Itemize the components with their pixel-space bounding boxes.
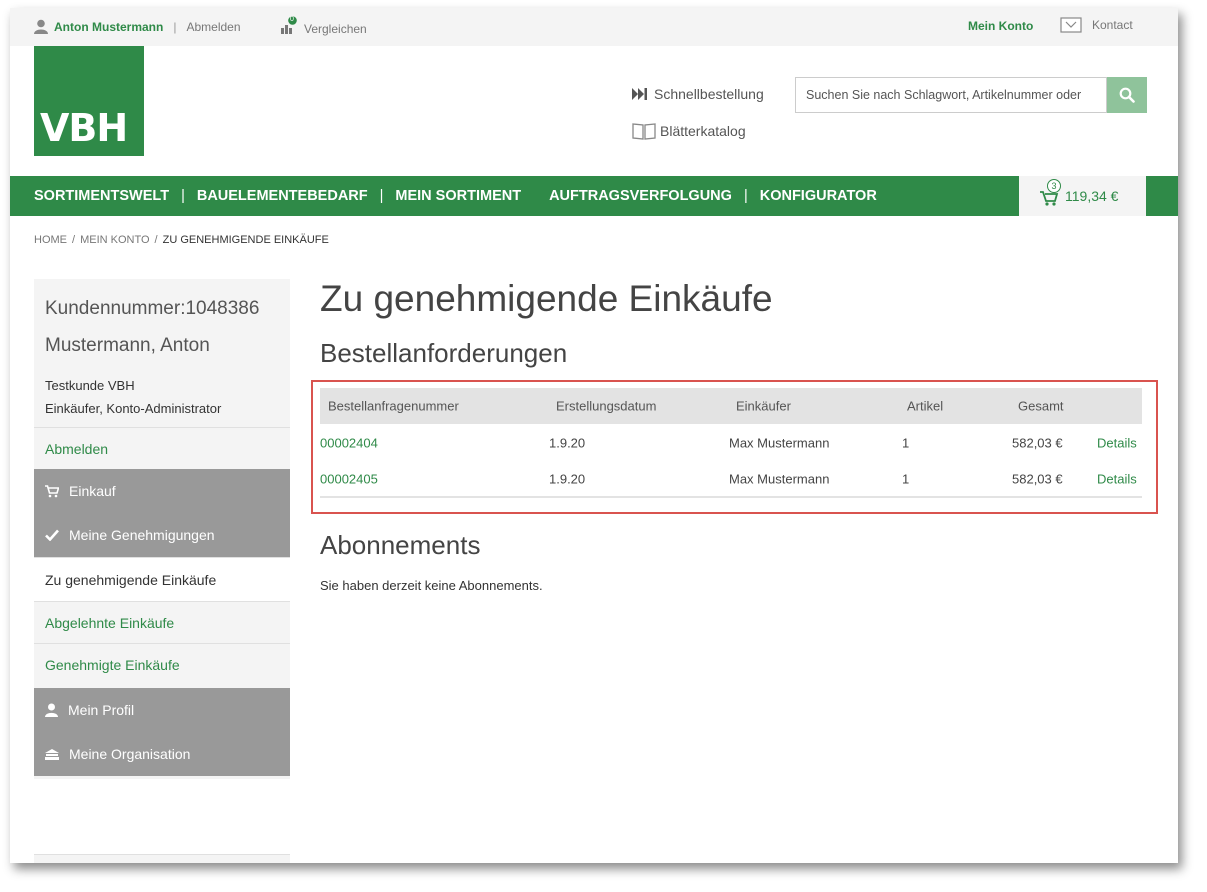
logo-text: VBH: [40, 106, 128, 150]
quick-order-link[interactable]: Schnellbestellung: [632, 86, 764, 102]
breadcrumb-current: ZU GENEHMIGENDE EINKÄUFE: [162, 234, 329, 246]
breadcrumb-separator: /: [72, 234, 76, 246]
logout-link[interactable]: Abmelden: [186, 20, 240, 34]
column-header-date[interactable]: Erstellungsdatum: [556, 399, 656, 414]
top-bar: Anton Mustermann | Abmelden 0 Vergleiche…: [10, 8, 1178, 46]
quick-order-label: Schnellbestellung: [654, 86, 764, 102]
nav-bauelementebedarf[interactable]: BAUELEMENTEBEDARF: [197, 188, 368, 204]
user-icon: [45, 703, 58, 717]
nav-sortimentswelt[interactable]: SORTIMENTSWELT: [34, 188, 169, 204]
sidebar-organisation[interactable]: Meine Organisation: [34, 732, 290, 776]
cart-button[interactable]: 3 119,34 €: [1019, 176, 1146, 216]
sidebar-approvals-label: Meine Genehmigungen: [69, 527, 215, 543]
breadcrumb-separator: /: [154, 234, 158, 246]
vbh-logo[interactable]: VBH: [34, 46, 144, 156]
request-total: 582,03 €: [1012, 435, 1063, 450]
account-sidebar: Kundennummer:1048386 Mustermann, Anton T…: [34, 279, 290, 779]
sidebar-rejected[interactable]: Abgelehnte Einkäufe: [34, 601, 290, 643]
compare-link[interactable]: 0 Vergleichen: [280, 16, 367, 36]
section-title-requests: Bestellanforderungen: [320, 338, 568, 368]
requests-table: Bestellanfragenummer Erstellungsdatum Ei…: [320, 388, 1142, 498]
breadcrumb-account[interactable]: MEIN KONTO: [80, 234, 149, 246]
customer-number: Kundennummer:1048386: [45, 298, 260, 319]
catalog-link[interactable]: Blätterkatalog: [632, 122, 746, 140]
search-bar: [795, 77, 1147, 113]
section-title-subscriptions: Abonnements: [320, 530, 481, 560]
sidebar-approvals[interactable]: Meine Genehmigungen: [34, 513, 290, 557]
fast-forward-icon: [632, 88, 647, 100]
request-items: 1: [902, 471, 910, 486]
search-input[interactable]: [795, 77, 1107, 113]
compare-icon: 0: [280, 16, 298, 36]
sidebar-profile[interactable]: Mein Profil: [34, 688, 290, 732]
request-date: 1.9.20: [549, 471, 586, 486]
customer-name: Mustermann, Anton: [45, 335, 210, 356]
sidebar-organisation-label: Meine Organisation: [69, 746, 191, 762]
page-frame: Anton Mustermann | Abmelden 0 Vergleiche…: [10, 8, 1178, 863]
page-title: Zu genehmigende Einkäufe: [320, 278, 773, 319]
nav-konfigurator[interactable]: KONFIGURATOR: [760, 188, 877, 204]
company-name: Testkunde VBH: [45, 378, 135, 393]
catalog-label: Blätterkatalog: [660, 123, 746, 139]
sidebar-purchase-label: Einkauf: [69, 483, 116, 499]
details-link[interactable]: Details: [1097, 435, 1137, 450]
compare-badge: 0: [290, 16, 294, 23]
customer-roles: Einkäufer, Konto-Administrator: [45, 401, 222, 416]
request-total: 582,03 €: [1012, 471, 1063, 486]
request-number-link[interactable]: 00002405: [320, 471, 378, 486]
nav-separator: |: [379, 188, 384, 204]
request-buyer: Max Mustermann: [729, 435, 830, 450]
search-icon: [1119, 87, 1135, 103]
user-name-link[interactable]: Anton Mustermann: [54, 20, 163, 34]
my-account-link[interactable]: Mein Konto: [968, 19, 1033, 33]
table-row: 00002404 1.9.20 Max Mustermann 1 582,03 …: [320, 424, 1142, 461]
sidebar-logout[interactable]: Abmelden: [34, 427, 290, 469]
user-area: Anton Mustermann | Abmelden: [34, 19, 241, 34]
building-icon: [45, 749, 59, 760]
sidebar-approved[interactable]: Genehmigte Einkäufe: [34, 643, 290, 685]
details-link[interactable]: Details: [1097, 471, 1137, 486]
breadcrumb: HOME / MEIN KONTO / ZU GENEHMIGENDE EINK…: [34, 234, 329, 246]
search-button[interactable]: [1107, 77, 1147, 113]
compare-label: Vergleichen: [304, 22, 367, 36]
column-header-total[interactable]: Gesamt: [1018, 399, 1064, 414]
breadcrumb-home[interactable]: HOME: [34, 234, 67, 246]
sidebar-to-approve[interactable]: Zu genehmigende Einkäufe: [34, 557, 290, 601]
cart-icon: [45, 484, 59, 497]
nav-separator: |: [743, 188, 748, 204]
request-buyer: Max Mustermann: [729, 471, 830, 486]
sidebar-profile-label: Mein Profil: [68, 702, 135, 718]
cart-icon: 3: [1039, 179, 1061, 207]
nav-mein-sortiment[interactable]: MEIN SORTIMENT: [395, 188, 521, 204]
topbar-separator: |: [173, 19, 177, 34]
mail-icon: [1060, 17, 1082, 33]
table-header: Bestellanfragenummer Erstellungsdatum Ei…: [320, 388, 1142, 424]
sidebar-purchase[interactable]: Einkauf: [34, 469, 290, 513]
table-row: 00002405 1.9.20 Max Mustermann 1 582,03 …: [320, 461, 1142, 498]
contact-label: Kontact: [1092, 18, 1133, 32]
cart-count-badge: 3: [1047, 179, 1061, 193]
column-header-items[interactable]: Artikel: [907, 399, 943, 414]
check-icon: [45, 529, 59, 541]
request-date: 1.9.20: [549, 435, 586, 450]
contact-link[interactable]: Kontact: [1060, 17, 1133, 33]
nav-auftragsverfolgung[interactable]: AUFTRAGSVERFOLGUNG: [549, 188, 732, 204]
cart-total: 119,34 €: [1065, 188, 1119, 204]
nav-items: SORTIMENTSWELT | BAUELEMENTEBEDARF | MEI…: [34, 176, 877, 216]
main-nav: SORTIMENTSWELT | BAUELEMENTEBEDARF | MEI…: [10, 176, 1178, 216]
book-icon: [632, 123, 656, 140]
request-number-link[interactable]: 00002404: [320, 435, 378, 450]
user-icon: [34, 19, 48, 34]
request-items: 1: [902, 435, 910, 450]
column-header-number[interactable]: Bestellanfragenummer: [328, 399, 459, 414]
column-header-buyer[interactable]: Einkäufer: [736, 399, 791, 414]
nav-separator: |: [181, 188, 185, 204]
customer-details: Testkunde VBH Einkäufer, Konto-Administr…: [45, 374, 221, 420]
subscriptions-empty-text: Sie haben derzeit keine Abonnements.: [320, 578, 543, 593]
sidebar-footer: [34, 854, 290, 863]
